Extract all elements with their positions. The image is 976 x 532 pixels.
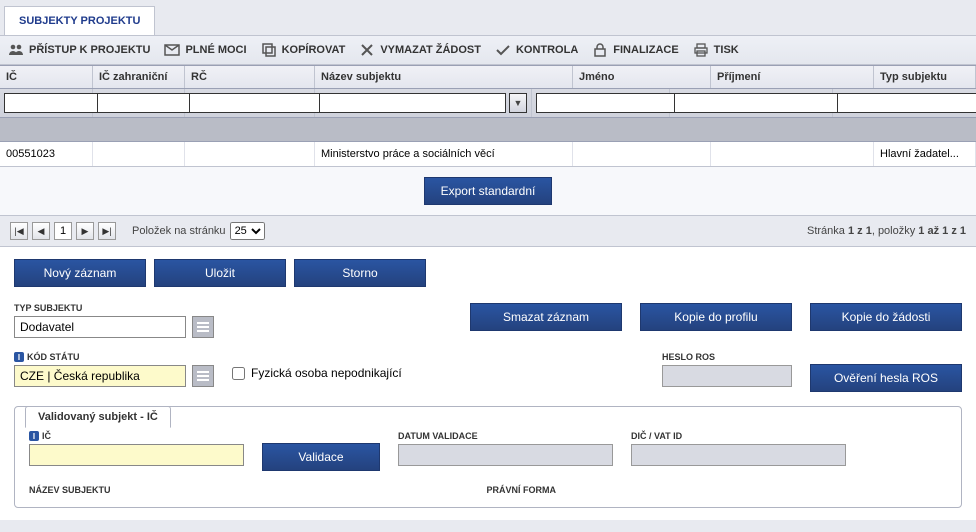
- copy-icon: [261, 42, 277, 58]
- new-record-button[interactable]: Nový záznam: [14, 259, 146, 287]
- dic-input: [631, 444, 846, 466]
- list-icon: [197, 321, 209, 333]
- toolbar-vymazat[interactable]: VYMAZAT ŽÁDOST: [359, 42, 481, 58]
- delete-icon: [359, 42, 375, 58]
- col-header-ic-zahr[interactable]: IČ zahraniční: [93, 66, 185, 88]
- box-tab: Validovaný subjekt - IČ: [25, 406, 171, 428]
- filter-typ[interactable]: [837, 93, 976, 113]
- pager-page-input[interactable]: [54, 222, 72, 240]
- kod-statu-input[interactable]: [14, 365, 186, 387]
- overeni-ros-button[interactable]: Ověření hesla ROS: [810, 364, 962, 392]
- validace-button[interactable]: Validace: [262, 443, 380, 471]
- nazev-subjektu-label: NÁZEV SUBJEKTU: [29, 485, 111, 495]
- validated-box: Validovaný subjekt - IČ iIČ Validace DAT…: [14, 406, 962, 508]
- toolbar-label: TISK: [714, 44, 739, 56]
- toolbar-label: FINALIZACE: [613, 44, 678, 56]
- copy-profile-button[interactable]: Kopie do profilu: [640, 303, 792, 331]
- cell-prijmeni: [711, 142, 874, 166]
- dic-label: DIČ / VAT ID: [631, 431, 846, 441]
- ic-input[interactable]: [29, 444, 244, 466]
- info-icon: i: [14, 352, 24, 362]
- grid-spacer: [0, 118, 976, 142]
- col-header-nazev[interactable]: Název subjektu: [315, 66, 573, 88]
- toolbar-kontrola[interactable]: KONTROLA: [495, 42, 578, 58]
- check-icon: [495, 42, 511, 58]
- toolbar-label: KOPÍROVAT: [282, 44, 346, 56]
- cancel-button[interactable]: Storno: [294, 259, 426, 287]
- export-button[interactable]: Export standardní: [424, 177, 553, 205]
- people-icon: [8, 42, 24, 58]
- toolbar-label: PLNÉ MOCI: [185, 44, 246, 56]
- typ-subjektu-input[interactable]: [14, 316, 186, 338]
- lock-icon: [592, 42, 608, 58]
- datum-validace-label: DATUM VALIDACE: [398, 431, 613, 441]
- tab-subjekty[interactable]: SUBJEKTY PROJEKTU: [4, 6, 155, 35]
- cell-jmeno: [573, 142, 711, 166]
- pager-summary: Stránka 1 z 1, položky 1 až 1 z 1: [807, 225, 966, 237]
- kod-statu-picker[interactable]: [192, 365, 214, 387]
- pager-next[interactable]: ▶: [76, 222, 94, 240]
- envelope-icon: [164, 42, 180, 58]
- cell-ic: 00551023: [0, 142, 93, 166]
- copy-request-button[interactable]: Kopie do žádosti: [810, 303, 962, 331]
- pager-last[interactable]: ▶|: [98, 222, 116, 240]
- cell-nazev: Ministerstvo práce a sociálních věcí: [315, 142, 573, 166]
- toolbar: PŘÍSTUP K PROJEKTU PLNÉ MOCI KOPÍROVAT V…: [0, 35, 976, 65]
- filter-icon[interactable]: ▼: [509, 93, 527, 113]
- cell-rc: [185, 142, 315, 166]
- heslo-ros-label: HESLO ROS: [662, 352, 792, 362]
- toolbar-label: VYMAZAT ŽÁDOST: [380, 44, 481, 56]
- pager-prev[interactable]: ◀: [32, 222, 50, 240]
- filter-nazev[interactable]: [319, 93, 506, 113]
- delete-record-button[interactable]: Smazat záznam: [470, 303, 622, 331]
- toolbar-label: PŘÍSTUP K PROJEKTU: [29, 44, 150, 56]
- toolbar-plnemoci[interactable]: PLNÉ MOCI: [164, 42, 246, 58]
- info-icon: i: [29, 431, 39, 441]
- col-header-jmeno[interactable]: Jméno: [573, 66, 711, 88]
- fyzicka-checkbox[interactable]: [232, 367, 245, 380]
- pravni-forma-label: PRÁVNÍ FORMA: [487, 485, 557, 495]
- typ-subjektu-label: TYP SUBJEKTU: [14, 303, 214, 313]
- fyzicka-label: Fyzická osoba nepodnikající: [251, 366, 402, 380]
- list-icon: [197, 370, 209, 382]
- cell-typ: Hlavní žadatel...: [874, 142, 976, 166]
- pager-first[interactable]: |◀: [10, 222, 28, 240]
- fyzicka-checkbox-wrap[interactable]: Fyzická osoba nepodnikající: [232, 366, 402, 380]
- toolbar-finalizace[interactable]: FINALIZACE: [592, 42, 678, 58]
- col-header-typ[interactable]: Typ subjektu: [874, 66, 976, 88]
- col-header-prijmeni[interactable]: Příjmení: [711, 66, 874, 88]
- pager-items-label: Položek na stránku: [132, 225, 226, 237]
- toolbar-tisk[interactable]: TISK: [693, 42, 739, 58]
- col-header-rc[interactable]: RČ: [185, 66, 315, 88]
- print-icon: [693, 42, 709, 58]
- pager-items-select[interactable]: 25: [230, 222, 265, 240]
- toolbar-label: KONTROLA: [516, 44, 578, 56]
- kod-statu-label: iKÓD STÁTU: [14, 352, 214, 362]
- save-button[interactable]: Uložit: [154, 259, 286, 287]
- heslo-ros-input[interactable]: [662, 365, 792, 387]
- table-row[interactable]: 00551023 Ministerstvo práce a sociálních…: [0, 142, 976, 167]
- toolbar-pristup[interactable]: PŘÍSTUP K PROJEKTU: [8, 42, 150, 58]
- datum-validace-input: [398, 444, 613, 466]
- cell-iczahr: [93, 142, 185, 166]
- ic-label: iIČ: [29, 431, 244, 441]
- typ-subjektu-picker[interactable]: [192, 316, 214, 338]
- toolbar-kopirovat[interactable]: KOPÍROVAT: [261, 42, 346, 58]
- col-header-ic[interactable]: IČ: [0, 66, 93, 88]
- grid: IČ IČ zahraniční RČ Název subjektu Jméno…: [0, 65, 976, 167]
